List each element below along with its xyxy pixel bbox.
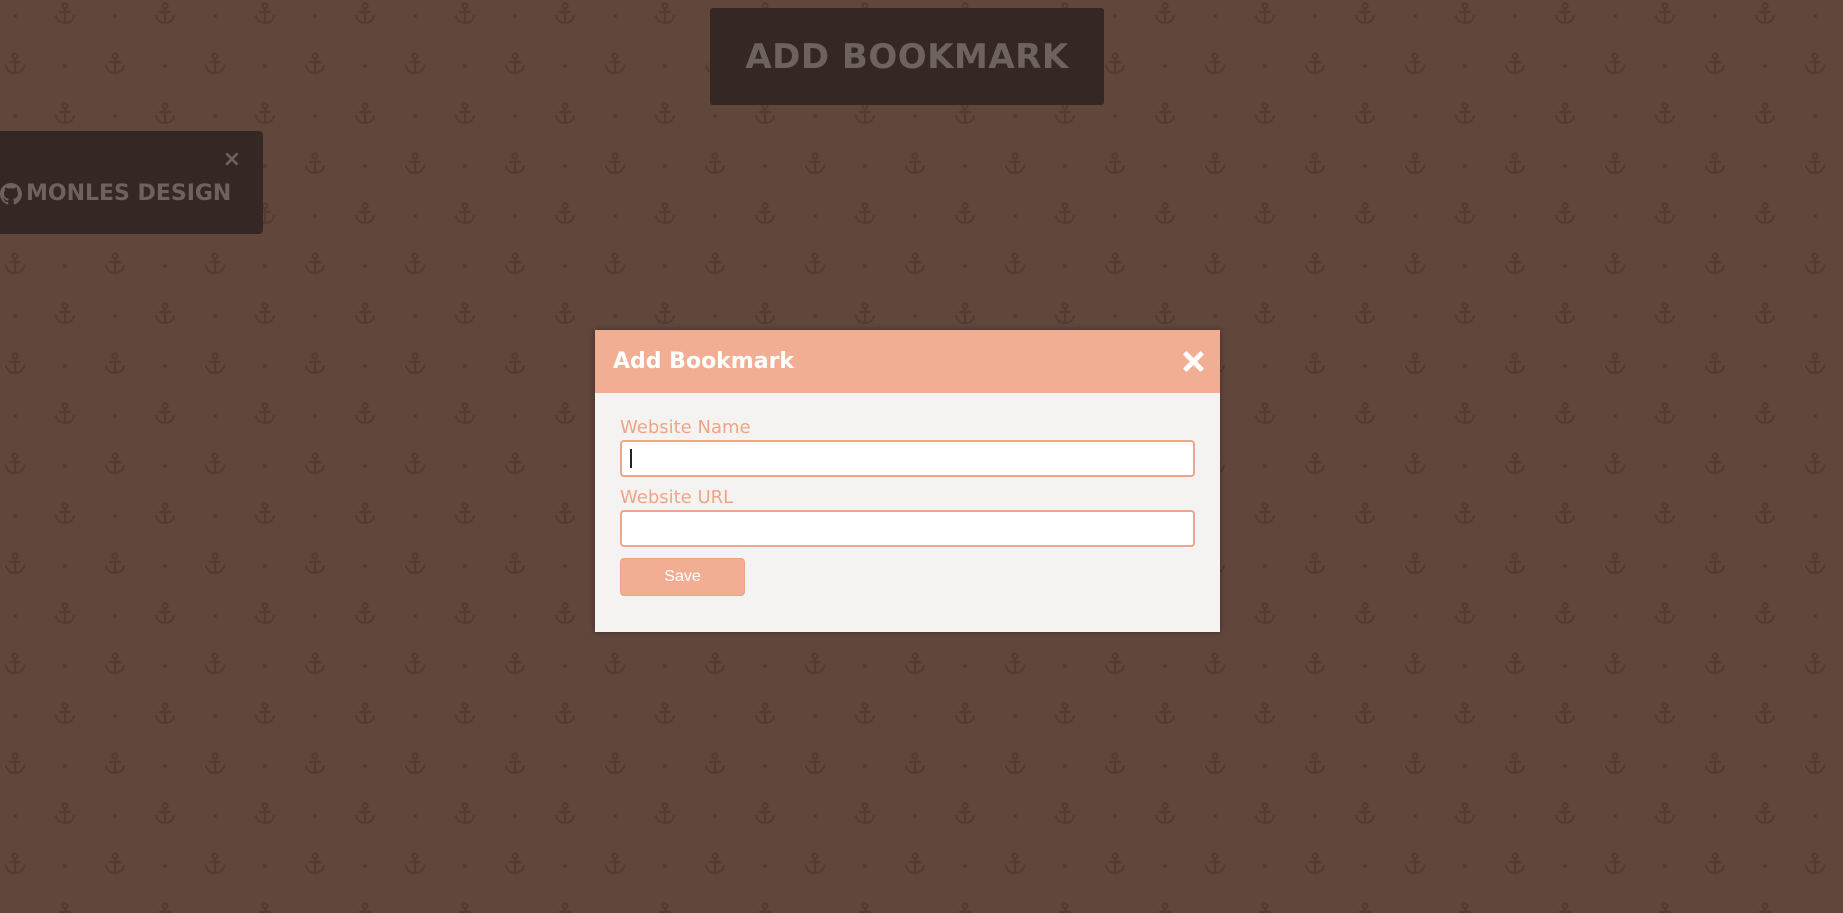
github-icon: [0, 182, 22, 204]
modal-header: Add Bookmark: [595, 330, 1220, 393]
credit-label: MONLES DESIGN: [26, 181, 232, 206]
modal-body: Website Name Website URL Save: [595, 393, 1220, 596]
save-button[interactable]: Save: [620, 558, 745, 596]
credit-link[interactable]: MONLES DESIGN: [0, 181, 231, 206]
add-bookmark-button[interactable]: ADD BOOKMARK: [710, 8, 1104, 105]
close-icon[interactable]: [1180, 349, 1206, 375]
credit-close-icon[interactable]: ×: [223, 149, 241, 171]
website-url-label: Website URL: [620, 487, 734, 508]
modal-title: Add Bookmark: [613, 349, 795, 374]
add-bookmark-button-label: ADD BOOKMARK: [745, 36, 1069, 77]
credit-panel: × MONLES DESIGN: [0, 131, 263, 234]
website-url-input[interactable]: [620, 510, 1195, 547]
website-name-label: Website Name: [620, 417, 751, 438]
text-cursor: [630, 449, 632, 468]
website-name-input[interactable]: [620, 440, 1195, 477]
add-bookmark-modal: Add Bookmark Website Name Website URL Sa…: [595, 330, 1220, 632]
